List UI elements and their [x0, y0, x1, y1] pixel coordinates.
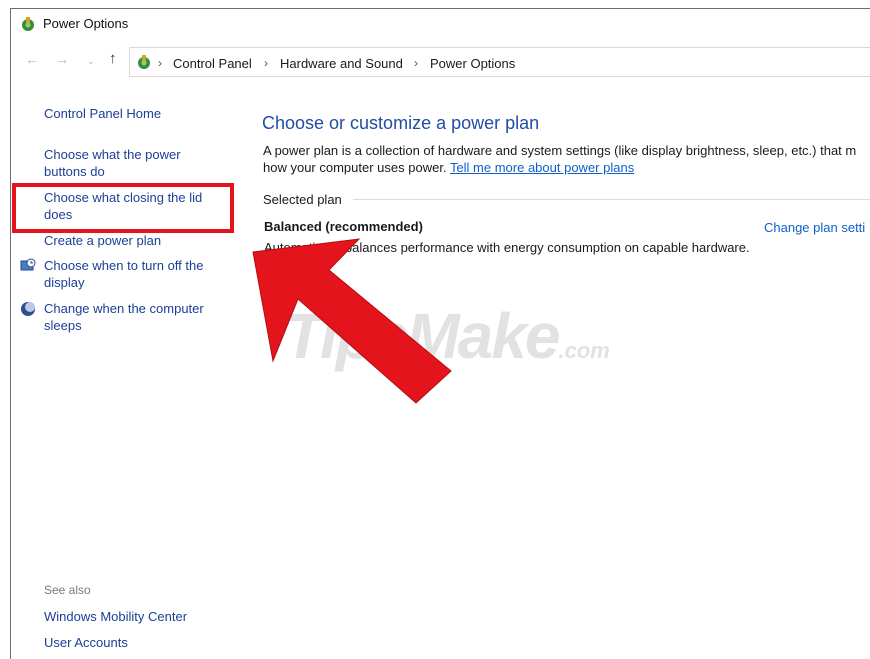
- breadcrumb-separator: ›: [414, 56, 418, 70]
- see-also-label: See also: [44, 583, 91, 597]
- watermark-suffix: .com: [558, 338, 610, 363]
- selected-plan-label: Selected plan: [263, 192, 342, 207]
- closing-lid-link[interactable]: Choose what closing the lid does: [44, 189, 219, 223]
- description-line-2: how your computer uses power.: [263, 160, 447, 175]
- display-clock-icon: [20, 258, 36, 271]
- power-buttons-link[interactable]: Choose what the power buttons do: [44, 146, 209, 180]
- title-bar: Power Options: [11, 9, 870, 39]
- power-options-window: Power Options ← → ⌄ ↑ › Control Panel › …: [10, 8, 870, 659]
- description-line-1: A power plan is a collection of hardware…: [263, 143, 857, 158]
- plan-name: Balanced (recommended): [264, 219, 423, 234]
- sleep-moon-icon: [21, 302, 35, 316]
- learn-more-link[interactable]: Tell me more about power plans: [450, 160, 634, 175]
- change-plan-settings-link[interactable]: Change plan setti: [764, 220, 865, 235]
- address-row: ← → ⌄ ↑ › Control Panel › Hardware and S…: [11, 47, 870, 77]
- page-description: A power plan is a collection of hardware…: [263, 142, 870, 176]
- breadcrumb-power-options[interactable]: Power Options: [430, 56, 515, 71]
- address-bar[interactable]: › Control Panel › Hardware and Sound › P…: [129, 47, 870, 77]
- create-power-plan-link[interactable]: Create a power plan: [44, 232, 234, 249]
- control-panel-icon: [138, 55, 150, 69]
- watermark-brand: TipsMake: [284, 300, 560, 372]
- forward-button[interactable]: →: [55, 51, 69, 67]
- computer-sleeps-link[interactable]: Change when the computer sleeps: [44, 300, 224, 334]
- breadcrumb-control-panel[interactable]: Control Panel: [173, 56, 252, 71]
- turn-off-display-link[interactable]: Choose when to turn off the display: [44, 257, 224, 291]
- breadcrumb-separator: ›: [158, 56, 162, 70]
- breadcrumb-hardware-and-sound[interactable]: Hardware and Sound: [280, 56, 403, 71]
- control-panel-home-link[interactable]: Control Panel Home: [44, 105, 234, 122]
- power-options-icon: [22, 17, 34, 31]
- user-accounts-link[interactable]: User Accounts: [44, 634, 234, 651]
- plan-description: Automatically balances performance with …: [264, 240, 750, 255]
- page-title: Choose or customize a power plan: [262, 113, 540, 133]
- windows-mobility-center-link[interactable]: Windows Mobility Center: [44, 608, 234, 625]
- section-divider: [353, 199, 870, 200]
- window-title: Power Options: [43, 16, 129, 31]
- up-button[interactable]: ↑: [109, 50, 117, 67]
- watermark: TipsMake.com: [284, 299, 610, 373]
- back-button[interactable]: ←: [25, 51, 39, 67]
- breadcrumb-separator: ›: [264, 56, 268, 70]
- recent-locations-chevron-icon[interactable]: ⌄: [87, 56, 95, 67]
